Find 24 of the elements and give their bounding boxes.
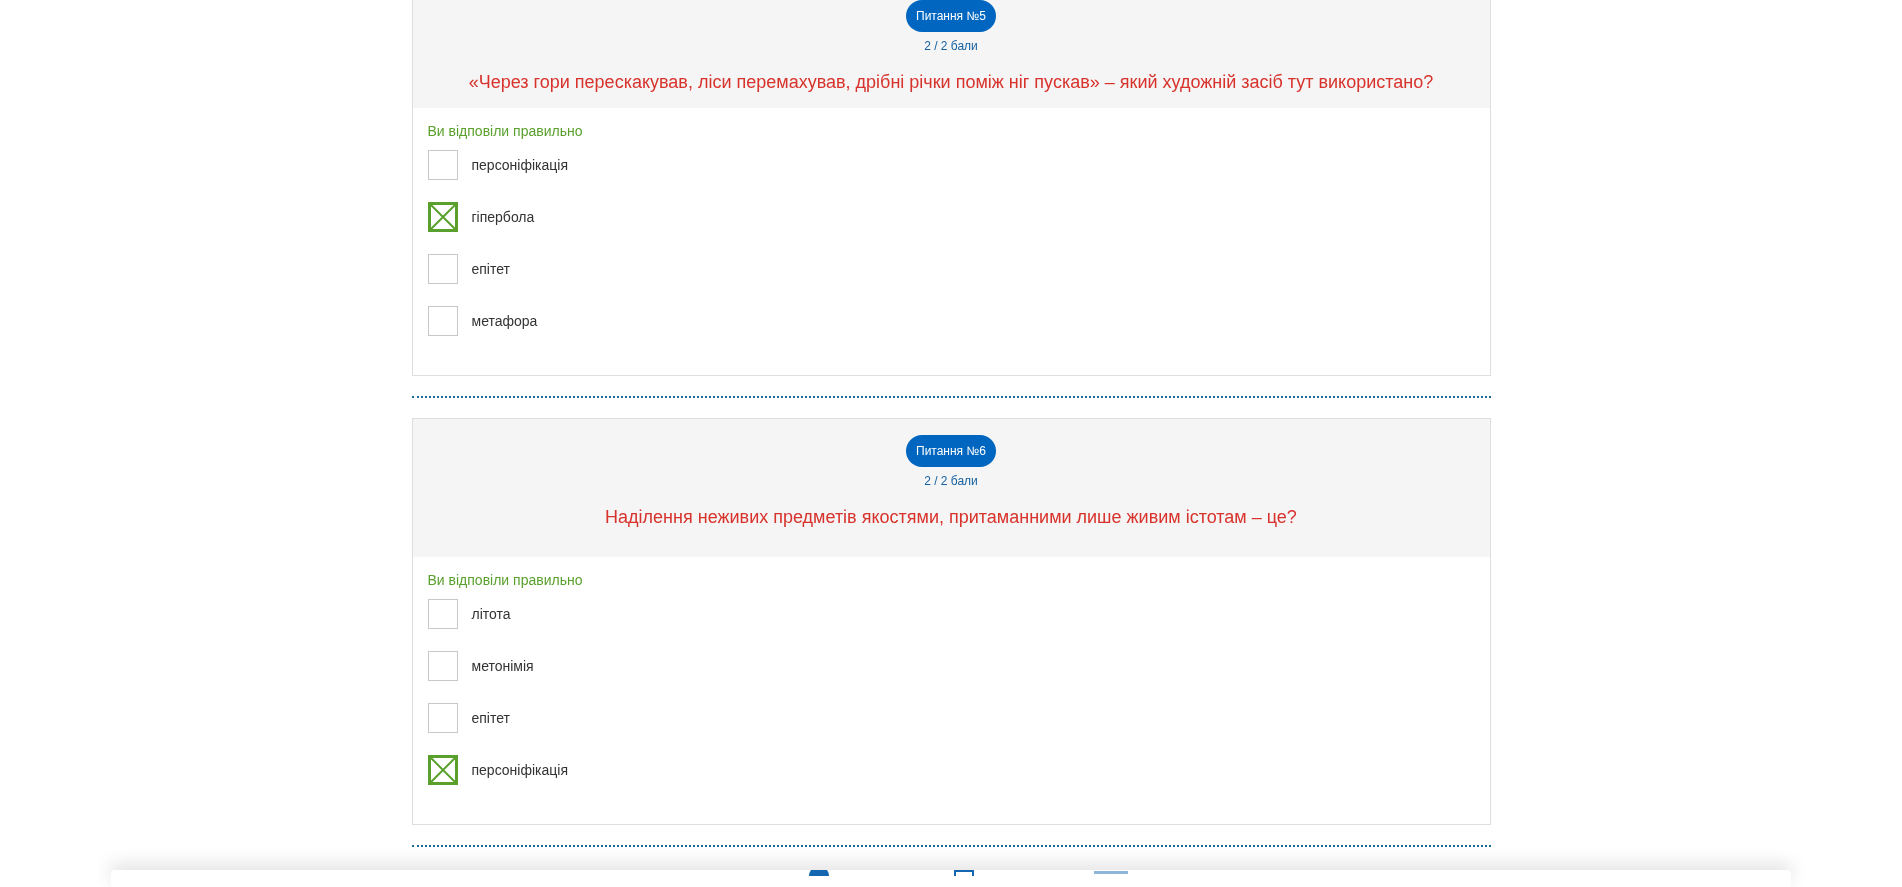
checkbox[interactable] <box>427 599 458 629</box>
checkbox[interactable] <box>427 703 458 733</box>
result-text: Ви відповіли правильно <box>427 571 584 590</box>
checkbox[interactable] <box>427 755 458 785</box>
option-label: метонімія <box>471 658 534 674</box>
option-label: епітет <box>471 710 510 726</box>
option-label: персоніфікація <box>471 762 568 778</box>
option-label: літота <box>471 606 511 622</box>
question-text: Наділення неживих предметів якостями, притаманними лише живим істотам – це? <box>605 506 1297 529</box>
result-text: Ви відповіли правильно <box>427 122 584 141</box>
checkbox[interactable] <box>427 651 458 681</box>
question-number-badge: Питання №5 <box>906 0 996 32</box>
question-number-badge: Питання №6 <box>906 435 996 467</box>
checkbox[interactable] <box>427 202 458 232</box>
checkbox[interactable] <box>427 254 458 284</box>
score-text: 2 / 2 бали <box>924 473 978 490</box>
option-label: метафора <box>471 313 538 329</box>
checkbox[interactable] <box>427 306 458 336</box>
option-label: персоніфікація <box>471 157 568 173</box>
question-text: «Через гори перескакував, ліси перемахував, дрібні річки поміж ніг пускав» – який художній засіб тут використано? <box>468 71 1434 94</box>
option-label: гіпербола <box>471 209 535 225</box>
score-text: 2 / 2 бали <box>924 38 978 55</box>
checkbox[interactable] <box>427 150 458 180</box>
option-label: епітет <box>471 261 510 277</box>
